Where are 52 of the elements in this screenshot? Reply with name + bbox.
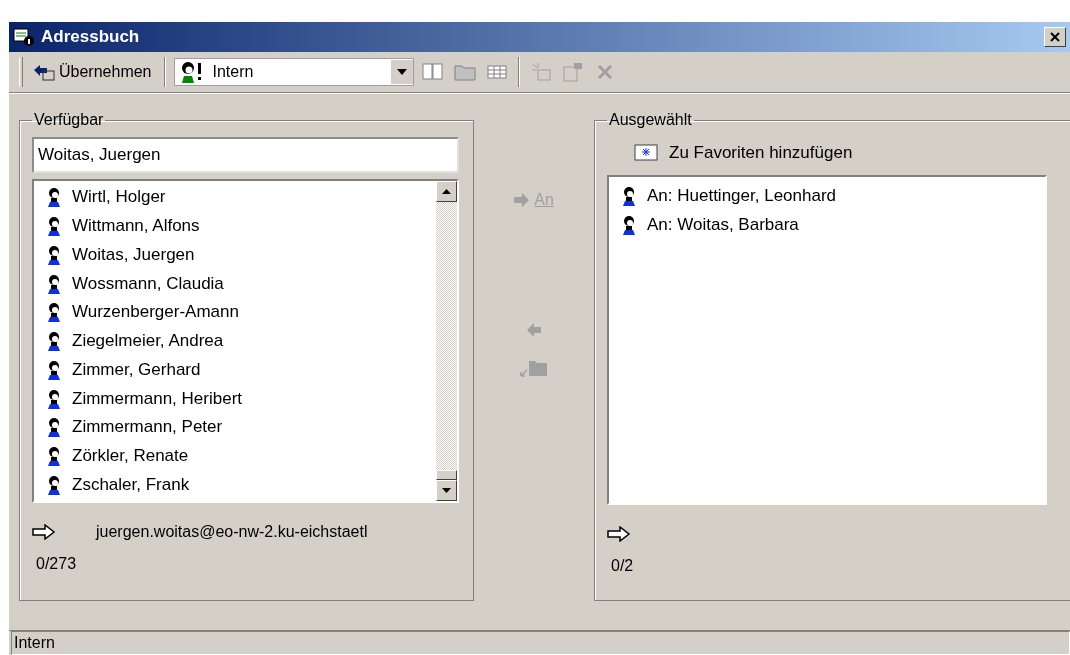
contact-item[interactable]: Zschaler, Frank: [40, 470, 430, 500]
person-icon: [46, 388, 62, 409]
contact-item[interactable]: Wurzenberger-Amann: [40, 297, 430, 327]
contact-item[interactable]: Ziegelmeier, Andrea: [40, 326, 430, 356]
contact-item[interactable]: Zimmermann, Peter: [40, 412, 430, 442]
person-icon: [46, 273, 62, 294]
scroll-down-button[interactable]: [436, 480, 457, 501]
scroll-up-button[interactable]: [436, 181, 457, 202]
window-title: Adressbuch: [41, 27, 140, 47]
person-icon: [46, 244, 62, 265]
address-book-icon: [13, 27, 35, 47]
arrow-card-icon: [33, 63, 55, 81]
item-count: 0/2: [610, 557, 635, 575]
add-to-favorites-button[interactable]: Zu Favoriten hinzufügen: [607, 137, 1056, 169]
arrow-icon: [514, 193, 531, 207]
scrollbar-thumb[interactable]: [436, 470, 457, 480]
search-field[interactable]: Woitas, Juergen: [32, 137, 459, 173]
person-icon: [46, 302, 62, 323]
item-count: 0/273: [35, 555, 78, 573]
recipient-item[interactable]: An: Huettinger, Leonhard: [615, 181, 1039, 210]
arrow-icon: [32, 524, 56, 540]
person-icon: [621, 185, 637, 206]
arrow-icon: [527, 323, 541, 337]
email-address: juergen.woitas@eo-nw-2.ku-eichstaetl: [96, 523, 368, 541]
close-button[interactable]: [1044, 27, 1066, 47]
contact-item[interactable]: Zimmermann, Heribert: [40, 384, 430, 413]
recipient-item[interactable]: An: Woitas, Barbara: [615, 210, 1039, 239]
down-triangle-icon: [442, 488, 451, 493]
contact-item[interactable]: Zörkler, Renate: [40, 441, 430, 471]
person-icon: [46, 187, 62, 208]
arrow-icon: [607, 526, 631, 542]
person-icon: [46, 417, 62, 438]
contact-item[interactable]: Woitas, Juergen: [40, 240, 430, 270]
person-icon: [46, 474, 62, 495]
address-list-dropdown[interactable]: Intern: [173, 58, 414, 86]
person-icon: [46, 331, 62, 352]
close-icon: [1050, 32, 1060, 42]
group-label: Verfügbar: [33, 111, 105, 129]
contact-item[interactable]: Wossmann, Claudia: [40, 269, 430, 298]
person-icon: [46, 445, 62, 466]
person-icon: [46, 359, 62, 380]
group-label: Ausgewählt: [608, 111, 693, 129]
up-triangle-icon: [442, 189, 451, 194]
person-icon: [621, 214, 637, 235]
contact-item[interactable]: Wirtl, Holger: [40, 183, 430, 212]
caret-icon: [396, 69, 407, 75]
status-bar: Intern: [11, 631, 1070, 655]
apply-button[interactable]: Übernehmen: [29, 61, 156, 83]
star-card-icon: [633, 143, 659, 163]
contact-item[interactable]: Zimmer, Gerhard: [40, 355, 430, 385]
contact-item[interactable]: Wittmann, Alfons: [40, 211, 430, 241]
person-icon: [46, 216, 62, 237]
